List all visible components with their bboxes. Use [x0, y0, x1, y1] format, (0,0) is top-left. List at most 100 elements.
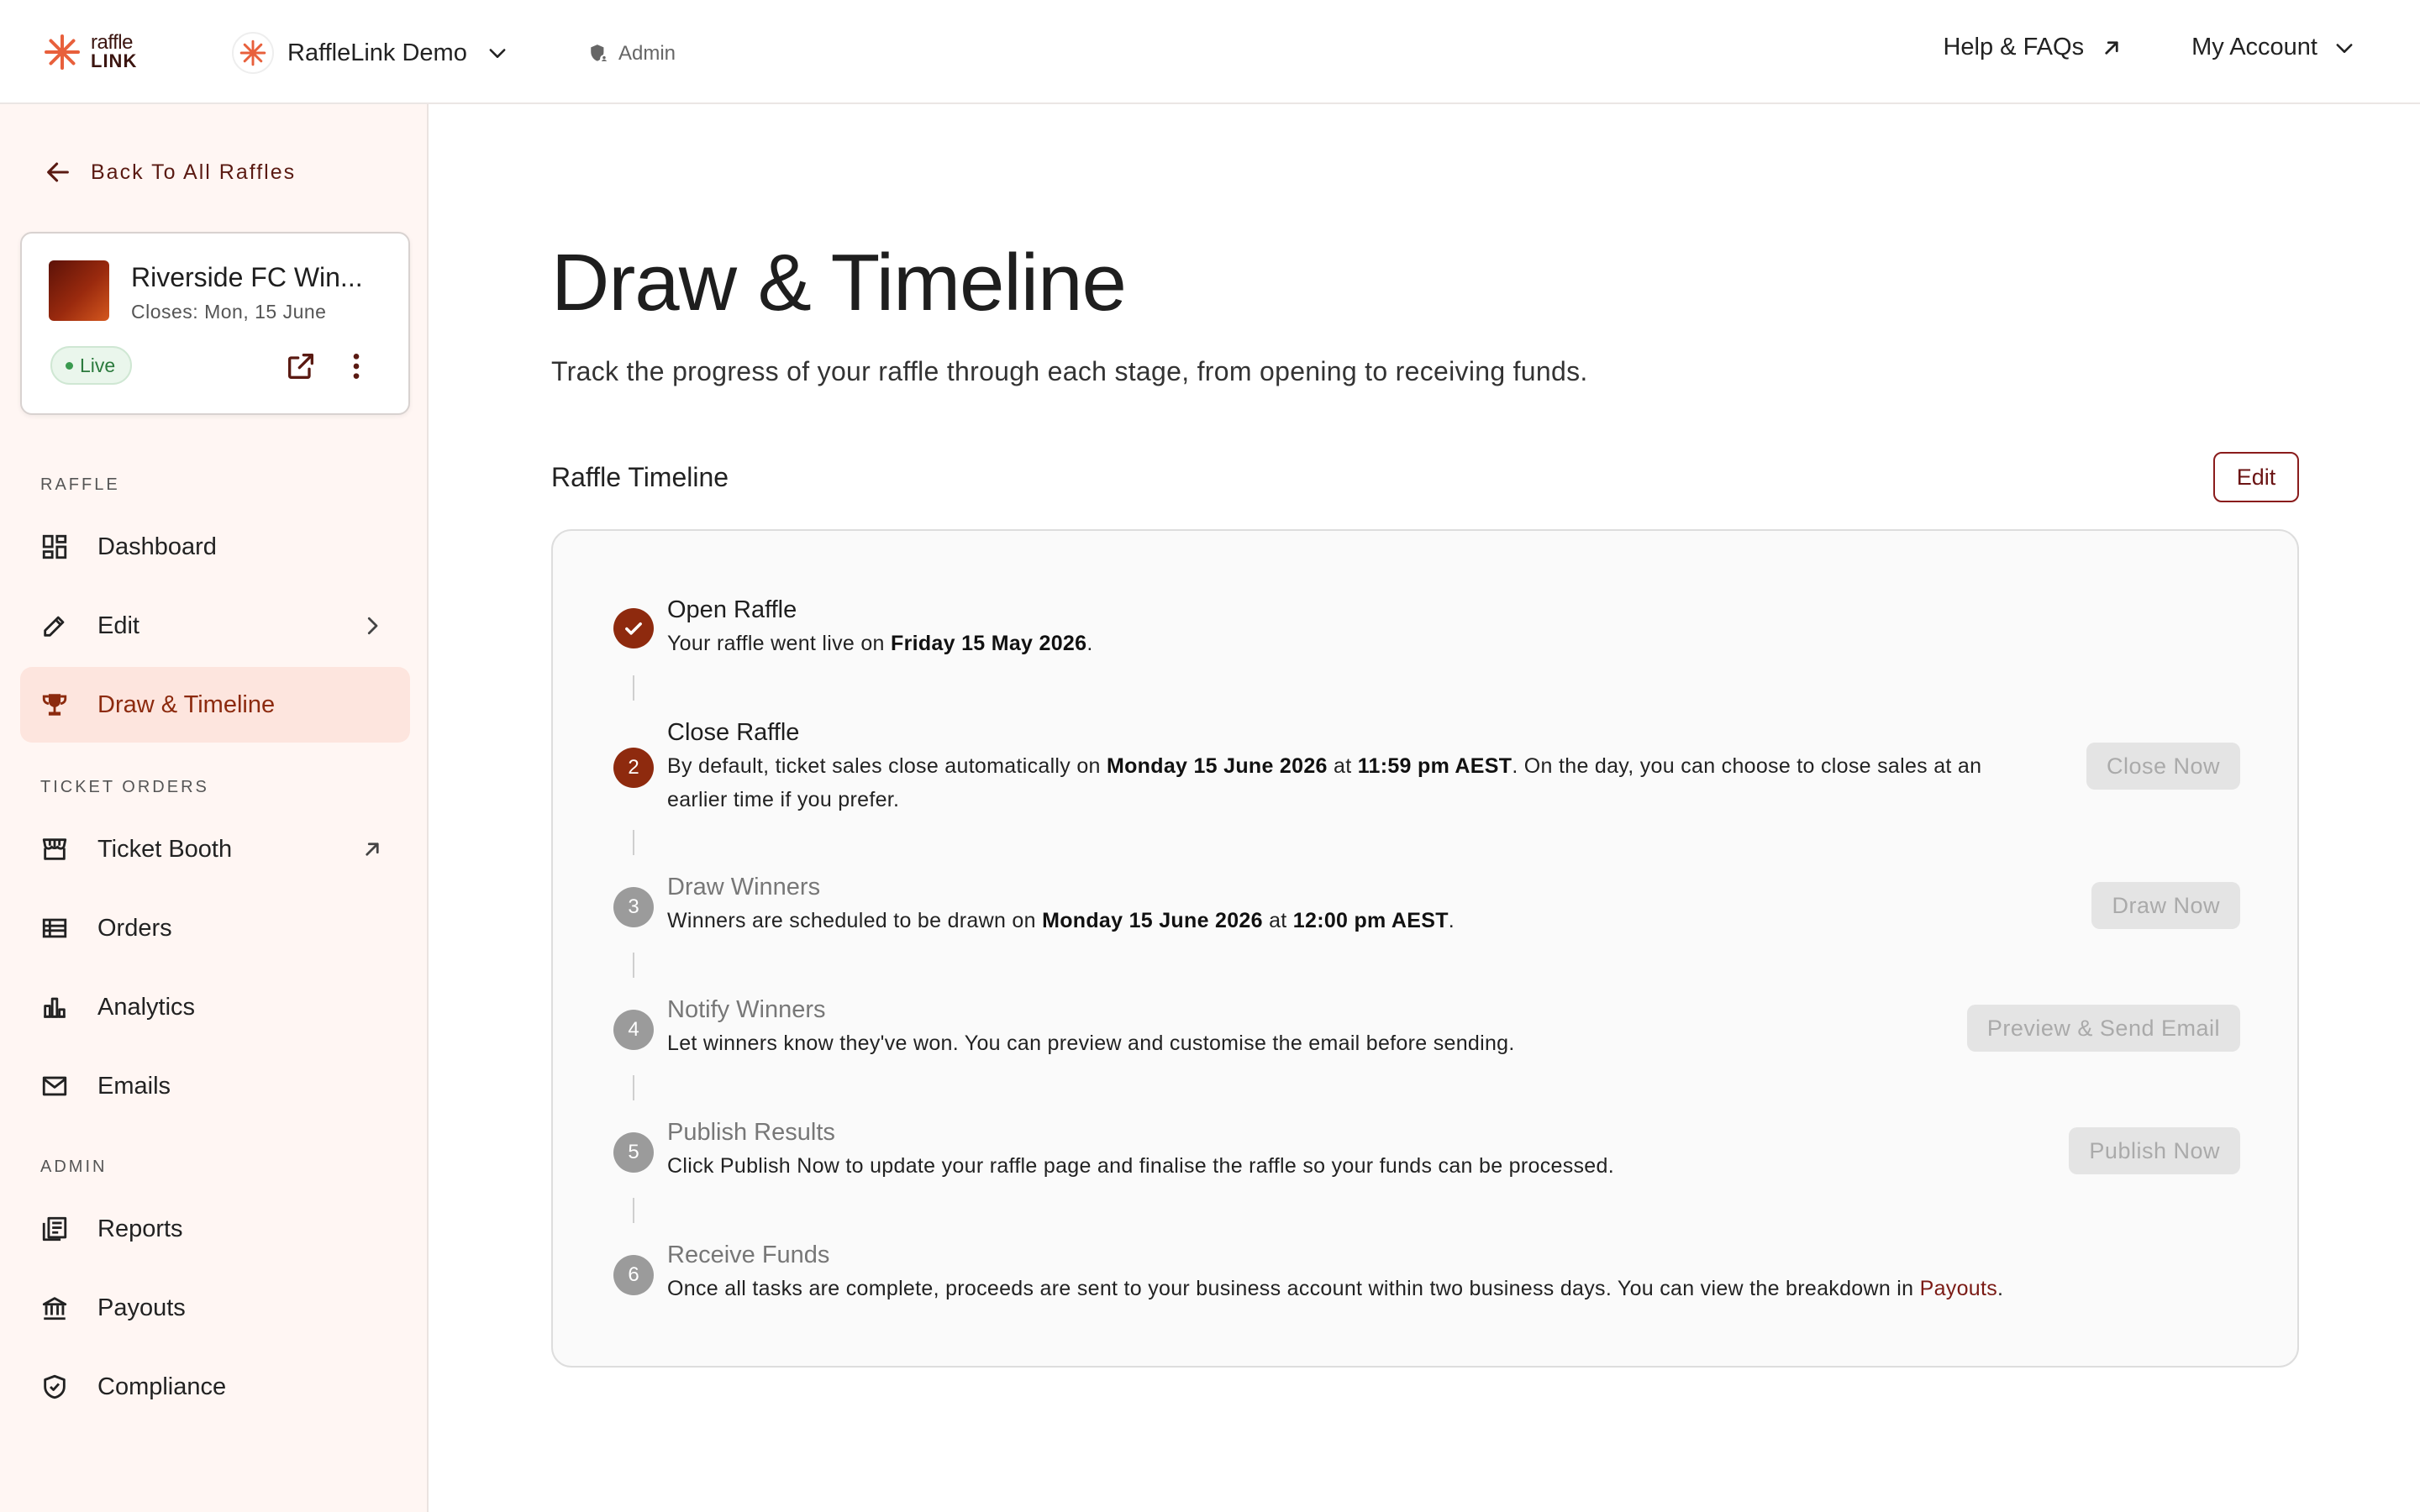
dashboard-icon	[40, 533, 69, 561]
desc-text: Winners are scheduled to be drawn on	[667, 909, 1043, 932]
sidebar-item-ticket-booth[interactable]: Ticket Booth	[20, 811, 410, 887]
desc-text: .	[1448, 909, 1455, 932]
timeline-connector	[633, 1198, 634, 1223]
pencil-icon	[40, 612, 69, 640]
back-to-raffles-label: Back To All Raffles	[91, 160, 297, 184]
step-number-badge: 5	[613, 1132, 654, 1173]
sidebar-item-analytics[interactable]: Analytics	[20, 969, 410, 1045]
step-number-badge: 6	[613, 1255, 654, 1295]
close-now-button[interactable]: Close Now	[2086, 743, 2240, 790]
sidebar-item-emails[interactable]: Emails	[20, 1048, 410, 1124]
desc-text: By default, ticket sales close automatic…	[667, 754, 1107, 778]
timeline-heading: Raffle Timeline	[551, 462, 729, 492]
org-avatar	[232, 32, 274, 74]
storefront-icon	[40, 835, 69, 864]
section-label-raffle: RAFFLE	[40, 475, 120, 494]
sidebar-item-label: Orders	[97, 914, 172, 942]
sidebar-item-orders[interactable]: Orders	[20, 890, 410, 966]
help-faqs-link[interactable]: Help & FAQs	[1943, 34, 2124, 61]
shield-person-icon	[588, 43, 610, 65]
logo-word-top: raffle	[91, 31, 133, 54]
logo-wordmark: raffle LINK	[91, 31, 138, 71]
timeline-connector	[633, 675, 634, 701]
draw-now-button[interactable]: Draw Now	[2091, 882, 2240, 929]
sidebar-item-payouts[interactable]: Payouts	[20, 1270, 410, 1346]
more-vertical-icon	[339, 349, 373, 383]
trophy-icon	[40, 690, 69, 719]
status-badge: Live	[50, 346, 133, 385]
sidebar-item-label: Dashboard	[97, 533, 217, 560]
sidebar-item-label: Edit	[97, 612, 139, 639]
publish-now-button[interactable]: Publish Now	[2069, 1127, 2240, 1174]
chevron-down-icon	[486, 41, 509, 65]
status-label: Live	[80, 354, 116, 376]
step-description: By default, ticket sales close automatic…	[667, 749, 1981, 816]
shield-check-icon	[40, 1373, 69, 1401]
step-description: Once all tasks are complete, proceeds ar…	[667, 1272, 2003, 1305]
sidebar-item-reports[interactable]: Reports	[20, 1191, 410, 1267]
page-title: Draw & Timeline	[551, 238, 1127, 328]
help-faqs-label: Help & FAQs	[1943, 34, 2085, 60]
status-dot	[66, 361, 73, 370]
logo-word-bottom: LINK	[91, 50, 138, 71]
step-title: Notify Winners	[667, 996, 826, 1023]
sidebar-item-edit[interactable]: Edit	[20, 588, 410, 664]
step-number-badge: 2	[613, 748, 654, 788]
timeline-connector	[633, 1075, 634, 1100]
top-bar: raffle LINK RaffleLink Demo Admin Help &…	[0, 0, 2420, 104]
open-raffle-page-button[interactable]	[284, 349, 318, 383]
sidebar-item-label: Reports	[97, 1215, 183, 1242]
my-account-menu[interactable]: My Account	[2191, 34, 2356, 61]
sidebar-item-label: Compliance	[97, 1373, 227, 1400]
arrow-left-icon	[44, 158, 91, 186]
desc-date: Monday 15 June 2026	[1042, 909, 1263, 932]
edit-timeline-button[interactable]: Edit	[2213, 452, 2299, 502]
desc-date: Friday 15 May 2026	[891, 632, 1087, 655]
sidebar-item-label: Ticket Booth	[97, 835, 233, 863]
sidebar: Back To All Raffles Riverside FC Win... …	[0, 104, 429, 1512]
org-name: RaffleLink Demo	[287, 39, 467, 66]
raffle-more-options-button[interactable]	[339, 349, 373, 383]
desc-time: 12:00 pm AEST	[1292, 909, 1449, 932]
step-description: Click Publish Now to update your raffle …	[667, 1154, 1614, 1178]
timeline-connector	[633, 953, 634, 978]
section-label-ticket-orders: TICKET ORDERS	[40, 778, 209, 796]
sidebar-item-label: Draw & Timeline	[97, 690, 276, 718]
raffle-name: Riverside FC Win...	[131, 262, 363, 292]
desc-text: .	[1997, 1277, 2004, 1300]
arrow-up-right-icon	[360, 837, 385, 862]
sidebar-item-label: Emails	[97, 1072, 171, 1100]
step-title: Open Raffle	[667, 596, 797, 623]
sidebar-item-label: Payouts	[97, 1294, 186, 1321]
current-raffle-card: Riverside FC Win... Closes: Mon, 15 June…	[20, 232, 410, 415]
sidebar-item-draw-timeline[interactable]: Draw & Timeline	[20, 667, 410, 743]
desc-date: Monday 15 June 2026	[1106, 754, 1328, 778]
desc-time: 11:59 pm AEST	[1357, 754, 1512, 778]
payouts-link[interactable]: Payouts	[1920, 1277, 1997, 1300]
bar-chart-icon	[40, 993, 69, 1021]
chevron-down-icon	[2317, 36, 2356, 60]
sidebar-item-label: Analytics	[97, 993, 196, 1021]
step-title: Close Raffle	[667, 719, 800, 746]
envelope-icon	[40, 1072, 69, 1100]
step-description: Winners are scheduled to be drawn on Mon…	[667, 904, 1455, 937]
org-switcher[interactable]: RaffleLink Demo	[232, 32, 509, 74]
back-to-raffles-link[interactable]: Back To All Raffles	[44, 158, 296, 186]
role-indicator: Admin	[588, 42, 676, 66]
step-title: Draw Winners	[667, 874, 821, 900]
desc-text: at	[1262, 909, 1293, 932]
bank-icon	[40, 1294, 69, 1322]
external-link-icon	[284, 349, 318, 383]
preview-send-email-button[interactable]: Preview & Send Email	[1966, 1005, 2240, 1052]
desc-text: .	[1086, 632, 1093, 655]
raffle-timeline: Open Raffle Your raffle went live on Fri…	[551, 529, 2299, 1368]
sidebar-item-dashboard[interactable]: Dashboard	[20, 509, 410, 585]
role-label: Admin	[618, 42, 676, 65]
raffle-close-date: Closes: Mon, 15 June	[131, 301, 327, 323]
step-description: Let winners know they've won. You can pr…	[667, 1032, 1515, 1055]
step-complete-marker	[613, 608, 654, 648]
step-title: Publish Results	[667, 1119, 835, 1146]
sidebar-item-compliance[interactable]: Compliance	[20, 1349, 410, 1425]
asterisk-logo-icon	[239, 39, 266, 66]
app-logo[interactable]: raffle LINK	[44, 31, 138, 71]
